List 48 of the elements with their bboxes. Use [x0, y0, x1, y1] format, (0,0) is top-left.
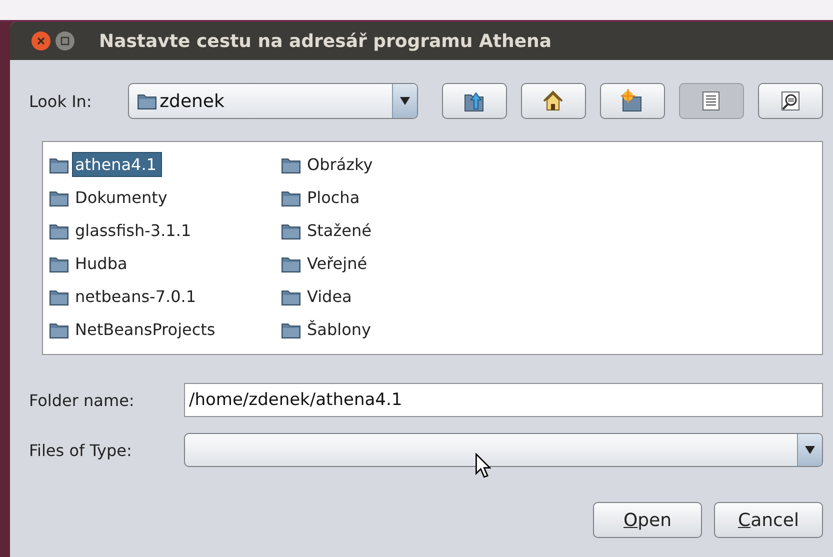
folder-icon [281, 222, 301, 240]
file-item[interactable]: Veřejné [305, 252, 372, 275]
folder-icon [281, 254, 301, 272]
toolbar-button[interactable] [520, 83, 586, 119]
folder-icon [49, 254, 69, 272]
toolbar-button[interactable] [442, 83, 507, 119]
file-item[interactable]: netbeans-7.0.1 [73, 285, 202, 308]
toolbar-button[interactable] [600, 83, 665, 119]
file-item[interactable]: athena4.1 [73, 153, 162, 176]
folder-icon [281, 320, 301, 338]
look-in-label: Look In: [29, 92, 93, 110]
files-of-type-label: Files of Type: [29, 440, 133, 460]
toolbar-button[interactable] [758, 83, 824, 119]
file-item[interactable]: Šablony [305, 318, 376, 341]
mouse-cursor-icon [475, 453, 491, 478]
file-item[interactable]: Stažené [305, 219, 376, 242]
folder-icon [49, 288, 69, 306]
file-type-dropdown[interactable] [184, 433, 823, 467]
caret-icon [804, 445, 816, 455]
window-title: Nastavte cestu na adresář programu Athena [99, 30, 552, 52]
folder-name-field[interactable]: /home/zdenek/athena4.1 [184, 383, 823, 417]
folder-icon [49, 188, 69, 206]
file-item[interactable]: Dokumenty [73, 186, 172, 209]
caret-icon [398, 96, 411, 106]
file-item[interactable]: NetBeansProjects [73, 318, 220, 341]
look-in-dropdown[interactable]: zdenek [128, 83, 418, 119]
file-item[interactable]: Obrázky [305, 153, 378, 176]
folder-icon [49, 156, 69, 174]
dropdown-value: zdenek [160, 90, 224, 112]
folder-icon [49, 222, 69, 240]
folder-icon [281, 188, 301, 206]
file-list[interactable]: athena4.1 Dokumenty glassfish-3.1.1 Hudba netbeans-7.0.1 NetBeansProjects Obrázky Plocha Stažené Veřejné Videa Šablony [42, 141, 823, 355]
folder-name-label: Folder name: [29, 390, 136, 410]
file-item[interactable]: glassfish-3.1.1 [73, 219, 196, 242]
maximize-icon[interactable] [55, 31, 75, 51]
file-item[interactable]: Videa [305, 285, 357, 308]
folder-icon [136, 92, 157, 110]
dialog-button[interactable]: Cancel [714, 502, 823, 538]
close-icon[interactable] [31, 31, 51, 51]
folder-icon [281, 156, 301, 174]
file-item[interactable]: Plocha [305, 186, 365, 209]
home-icon [541, 89, 566, 113]
new-folder-icon [620, 89, 644, 113]
dialog-button[interactable]: Open [593, 502, 702, 538]
file-item[interactable]: Hudba [73, 252, 132, 275]
toolbar-button[interactable] [678, 83, 744, 119]
folder-icon [49, 320, 69, 338]
folder-icon [281, 288, 301, 306]
